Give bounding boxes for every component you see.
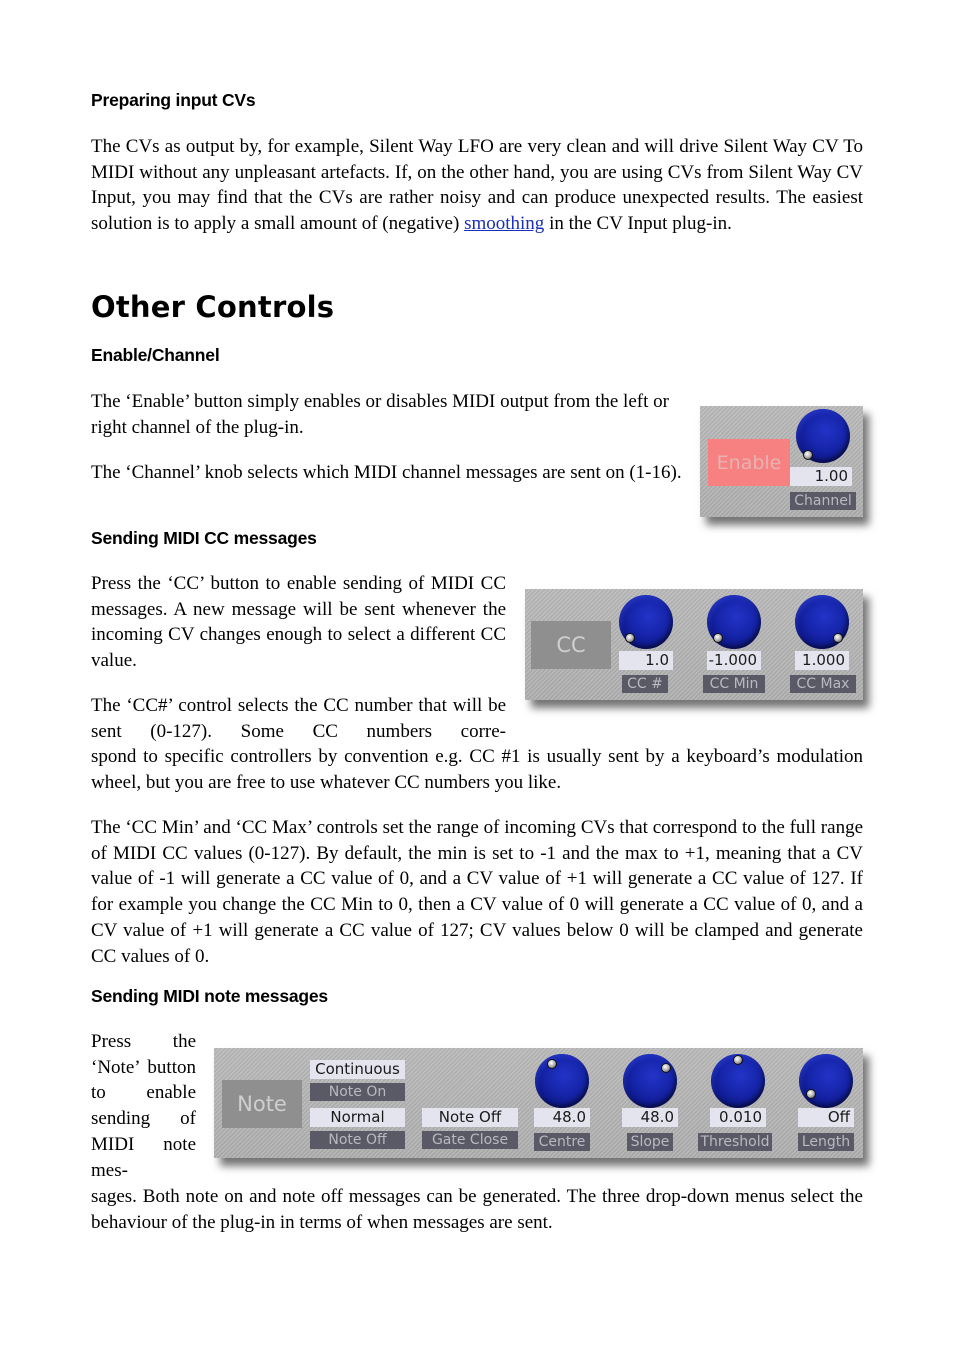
- paragraph-cc-range: The ‘CC Min’ and ‘CC Max’ controls set t…: [91, 817, 863, 967]
- knob-indicator-icon: [806, 1089, 816, 1099]
- note-button[interactable]: Note: [222, 1080, 302, 1128]
- knob-indicator-icon: [833, 633, 843, 643]
- knob-indicator-icon: [547, 1059, 557, 1069]
- length-value[interactable]: Off: [798, 1108, 854, 1127]
- smoothing-link[interactable]: smoothing: [464, 213, 544, 234]
- cc-number-value[interactable]: 1.0: [619, 651, 673, 670]
- note-off-label: Note Off: [310, 1131, 405, 1149]
- cc-min-knob[interactable]: [707, 595, 761, 649]
- heading-sending-midi-cc: Sending MIDI CC messages: [91, 528, 317, 548]
- channel-knob[interactable]: [796, 409, 850, 463]
- cc-min-value[interactable]: -1.000: [707, 651, 761, 670]
- heading-preparing-input-cvs: Preparing input CVs: [91, 90, 256, 110]
- paragraph-cc-button: Press the ‘CC’ button to enable sending …: [91, 573, 506, 672]
- knob-indicator-icon: [625, 633, 635, 643]
- note-panel: Note Continuous Note On Normal Note Off …: [214, 1048, 863, 1158]
- threshold-knob[interactable]: [711, 1054, 765, 1108]
- cc-panel: CC 1.0 CC # -1.000 CC Min 1.000 CC Max: [525, 589, 863, 700]
- paragraph-channel: The ‘Channel’ knob selects which MIDI ch…: [91, 462, 682, 483]
- knob-indicator-icon: [733, 1055, 743, 1065]
- paragraph-cc-number-b: spond to specific controllers by convent…: [91, 746, 863, 793]
- note-on-label: Note On: [310, 1083, 405, 1101]
- gate-close-mode-dropdown[interactable]: Note Off: [422, 1108, 518, 1127]
- cc-max-value[interactable]: 1.000: [795, 651, 849, 670]
- centre-value[interactable]: 48.0: [534, 1108, 590, 1127]
- note-off-mode-dropdown[interactable]: Normal: [310, 1108, 405, 1127]
- channel-label: Channel: [790, 492, 856, 510]
- cc-button[interactable]: CC: [531, 621, 611, 669]
- heading-sending-midi-note: Sending MIDI note messages: [91, 986, 328, 1006]
- threshold-value[interactable]: 0.010: [710, 1108, 766, 1127]
- knob-indicator-icon: [803, 450, 813, 460]
- slope-value[interactable]: 48.0: [622, 1108, 678, 1127]
- length-knob[interactable]: [799, 1054, 853, 1108]
- paragraph-preparing: The CVs as output by, for example, Silen…: [91, 134, 863, 237]
- section-title-other-controls: Other Controls: [91, 290, 335, 324]
- cc-number-knob[interactable]: [619, 595, 673, 649]
- enable-channel-panel: Enable 1.00 Channel: [700, 406, 863, 517]
- cc-number-label: CC #: [622, 675, 668, 693]
- cc-min-label: CC Min: [703, 675, 765, 693]
- centre-knob[interactable]: [535, 1054, 589, 1108]
- slope-label: Slope: [627, 1133, 673, 1151]
- paragraph-text: in the CV Input plug-in.: [544, 213, 732, 235]
- slope-knob[interactable]: [623, 1054, 677, 1108]
- heading-enable-channel: Enable/Channel: [91, 345, 220, 365]
- cc-max-knob[interactable]: [795, 595, 849, 649]
- knob-indicator-icon: [713, 633, 723, 643]
- channel-value[interactable]: 1.00: [790, 467, 852, 486]
- gate-close-label: Gate Close: [422, 1131, 518, 1149]
- knob-indicator-icon: [661, 1063, 671, 1073]
- threshold-label: Threshold: [698, 1133, 772, 1151]
- paragraph-note-narrow: Press the ‘Note’ but­ton to en­able send…: [91, 1031, 196, 1181]
- enable-button[interactable]: Enable: [708, 439, 790, 486]
- note-on-mode-dropdown[interactable]: Continuous: [310, 1060, 405, 1079]
- paragraph-cc-number-a: The ‘CC#’ control selects the CC number …: [91, 695, 506, 742]
- paragraph-note-wide: sages. Both note on and note off message…: [91, 1186, 863, 1233]
- cc-max-label: CC Max: [790, 675, 856, 693]
- centre-label: Centre: [534, 1133, 590, 1151]
- paragraph-enable: The ‘Enable’ button simply enables or di…: [91, 391, 669, 438]
- length-label: Length: [798, 1133, 854, 1151]
